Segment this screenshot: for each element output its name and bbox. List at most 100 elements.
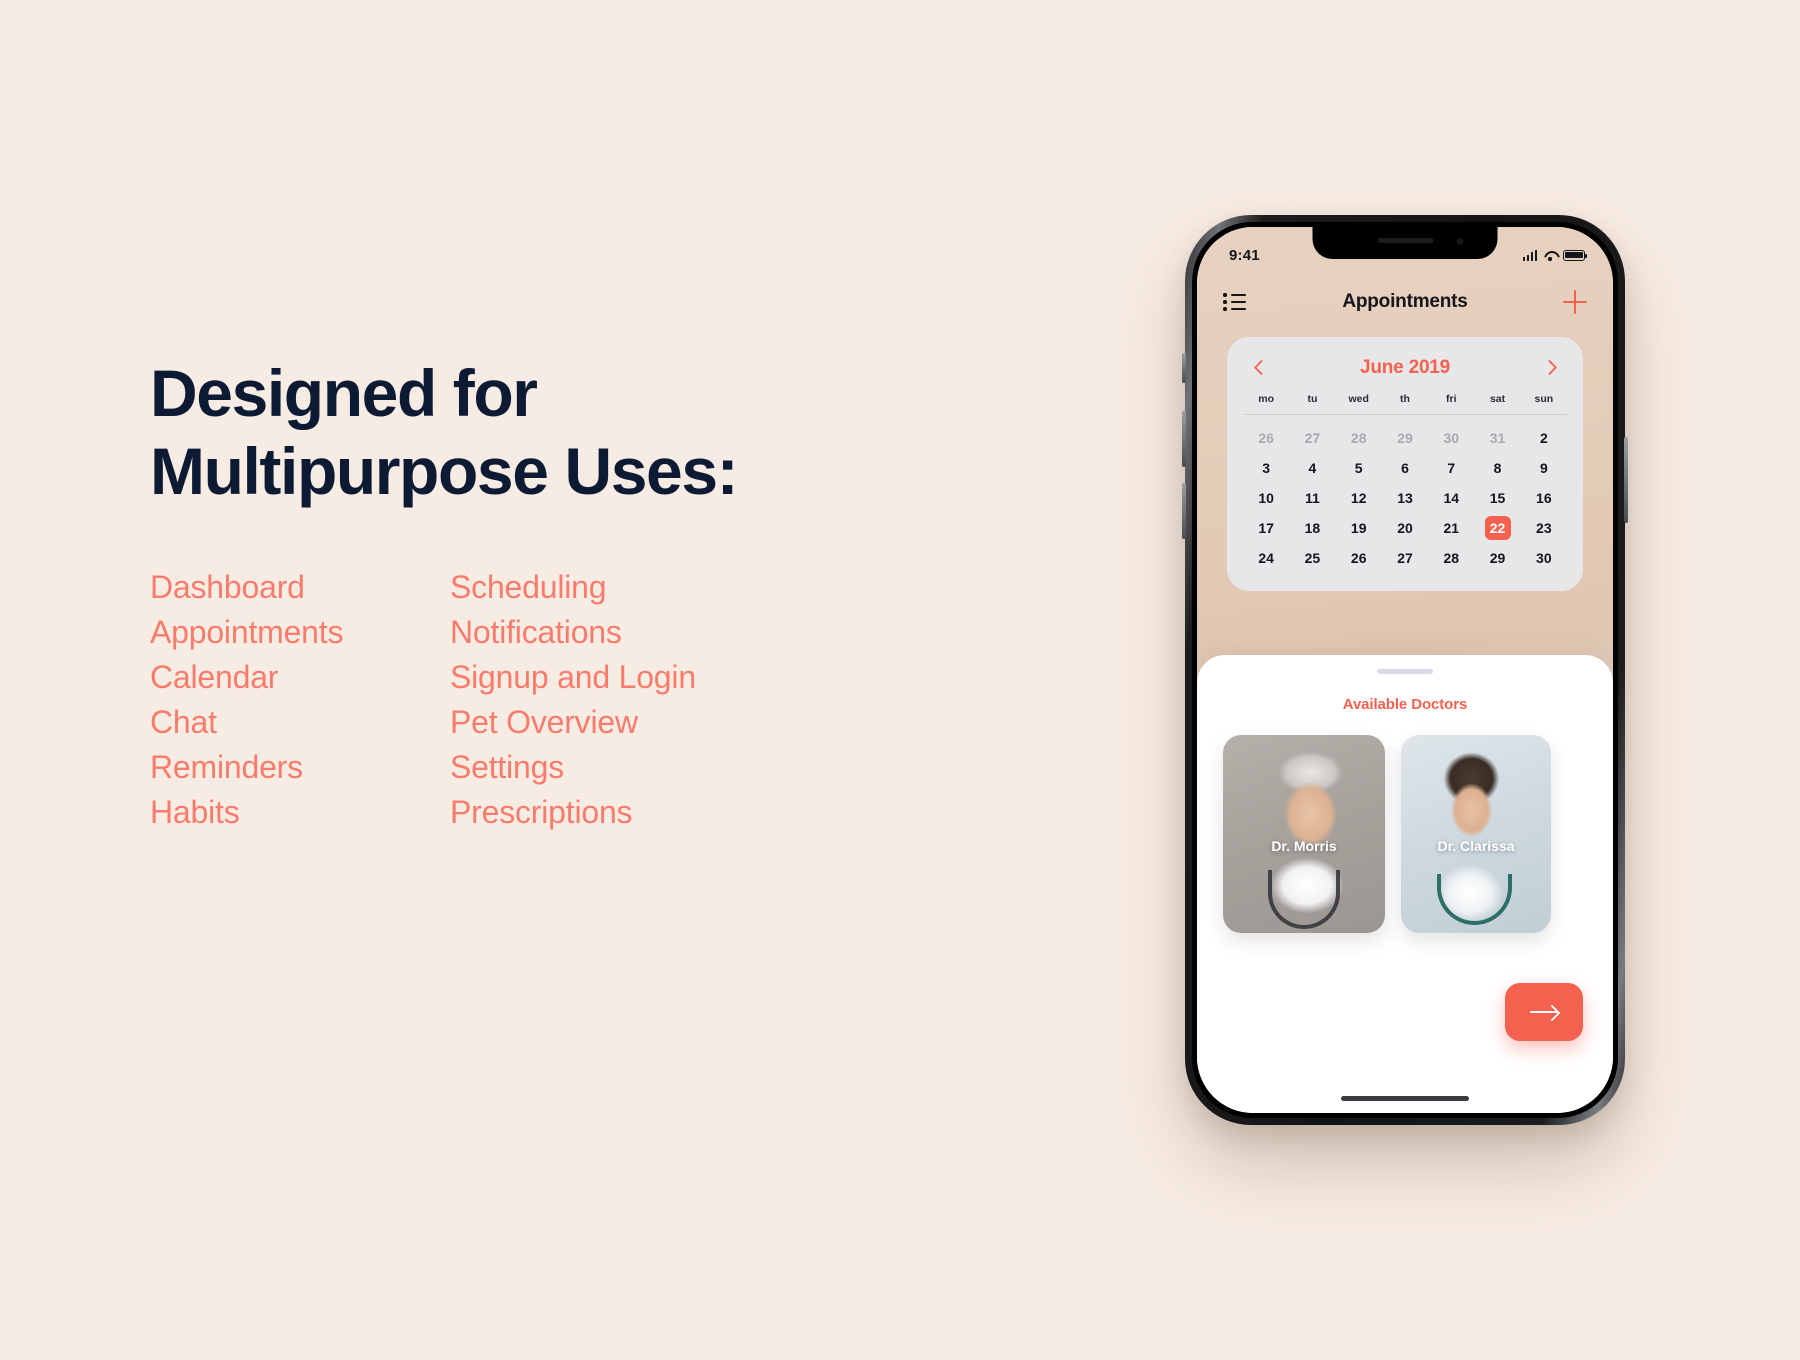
calendar-day[interactable]: 9 <box>1521 453 1567 483</box>
calendar-day[interactable]: 20 <box>1382 513 1428 543</box>
calendar-date-grid[interactable]: 26 27 28 29 30 31 2 3 4 5 6 7 8 9 10 11 12 13 14 15 16 17 18 19… <box>1243 415 1567 573</box>
calendar-day-selected[interactable]: 22 <box>1474 513 1520 543</box>
feature-column-two: Scheduling Notifications Signup and Logi… <box>450 565 696 835</box>
power-button[interactable] <box>1624 437 1628 523</box>
status-icons <box>1522 249 1588 261</box>
weekday-label: mo <box>1258 393 1275 405</box>
calendar-day[interactable]: 19 <box>1336 513 1382 543</box>
feature-item: Habits <box>150 793 240 830</box>
feature-item: Calendar <box>150 658 279 695</box>
plus-icon[interactable] <box>1563 290 1587 314</box>
calendar-day-label: 30 <box>1536 550 1552 566</box>
calendar-day[interactable]: 13 <box>1382 483 1428 513</box>
sheet-drag-handle[interactable] <box>1377 669 1433 674</box>
calendar-day[interactable]: 31 <box>1474 423 1520 453</box>
calendar-day-label: 5 <box>1354 460 1363 476</box>
calendar-day-label: 23 <box>1536 520 1552 536</box>
calendar-day[interactable]: 28 <box>1336 423 1382 453</box>
calendar-day-label: 25 <box>1304 550 1321 566</box>
status-time: 9:41 <box>1229 246 1260 264</box>
home-indicator[interactable] <box>1341 1096 1469 1101</box>
calendar-day[interactable]: 30 <box>1428 423 1474 453</box>
feature-list: Dashboard Appointments Calendar Chat Rem… <box>150 565 970 835</box>
calendar-day[interactable]: 16 <box>1521 483 1567 513</box>
calendar-day[interactable]: 5 <box>1336 453 1382 483</box>
calendar-day[interactable]: 11 <box>1289 483 1335 513</box>
feature-item: Settings <box>450 748 565 785</box>
calendar-day[interactable]: 4 <box>1289 453 1335 483</box>
calendar-day[interactable]: 2 <box>1521 423 1567 453</box>
feature-item: Reminders <box>150 748 303 785</box>
battery-icon <box>1563 249 1588 261</box>
doctor-name: Dr. Morris <box>1271 837 1337 854</box>
calendar-day[interactable]: 21 <box>1428 513 1474 543</box>
volume-up-button[interactable] <box>1182 411 1186 467</box>
calendar-day-label: 28 <box>1350 430 1367 446</box>
app-title: Appointments <box>1342 291 1468 312</box>
phone-screen: 9:41 Appointments June 2019 mo tu wed th… <box>1197 227 1613 1113</box>
doctor-card[interactable]: Dr. Clarissa <box>1401 735 1551 933</box>
phone-mockup: 9:41 Appointments June 2019 mo tu wed th… <box>1182 215 1628 1125</box>
calendar-day[interactable]: 15 <box>1474 483 1520 513</box>
calendar-day-label: 13 <box>1397 490 1413 506</box>
calendar-day-label: 2 <box>1539 430 1548 446</box>
calendar-day[interactable]: 18 <box>1289 513 1335 543</box>
calendar-day[interactable]: 26 <box>1243 423 1289 453</box>
calendar-day-label: 18 <box>1304 520 1321 536</box>
calendar-day-label: 29 <box>1489 550 1506 566</box>
calendar-day-label: 3 <box>1262 460 1271 476</box>
calendar-day-label: 12 <box>1350 490 1367 506</box>
calendar-day-label: 7 <box>1447 460 1456 476</box>
calendar-day-label: 28 <box>1443 550 1460 566</box>
calendar-day-label: 26 <box>1258 430 1274 446</box>
calendar-day[interactable]: 12 <box>1336 483 1382 513</box>
calendar-day-label: 10 <box>1258 490 1274 506</box>
calendar-day[interactable]: 24 <box>1243 543 1289 573</box>
calendar-day-label: 27 <box>1304 430 1321 446</box>
calendar-day[interactable]: 6 <box>1382 453 1428 483</box>
headline-line-2: Multipurpose Uses: <box>150 433 739 508</box>
chevron-right-icon[interactable] <box>1543 361 1557 375</box>
calendar-day[interactable]: 25 <box>1289 543 1335 573</box>
list-bullet-icon[interactable] <box>1223 293 1247 311</box>
calendar-day[interactable]: 10 <box>1243 483 1289 513</box>
calendar-day[interactable]: 29 <box>1382 423 1428 453</box>
doctors-sheet: Available Doctors Dr. Morris Dr. Clariss… <box>1197 655 1613 1113</box>
calendar-day[interactable]: 7 <box>1428 453 1474 483</box>
silent-switch[interactable] <box>1182 353 1186 383</box>
calendar-day-label: 20 <box>1397 520 1413 536</box>
calendar-day[interactable]: 17 <box>1243 513 1289 543</box>
weekday-label: fri <box>1446 393 1457 405</box>
weekday-label: tu <box>1307 393 1318 405</box>
wifi-icon <box>1543 250 1557 261</box>
calendar-day[interactable]: 3 <box>1243 453 1289 483</box>
phone-body: 9:41 Appointments June 2019 mo tu wed th… <box>1182 215 1628 1125</box>
calendar-day[interactable]: 30 <box>1521 543 1567 573</box>
calendar-day-label: 27 <box>1397 550 1413 566</box>
notch <box>1312 227 1498 259</box>
next-button[interactable] <box>1505 983 1583 1041</box>
calendar-month-label: June 2019 <box>1359 357 1451 378</box>
calendar-day[interactable]: 27 <box>1382 543 1428 573</box>
calendar-day-label: 26 <box>1350 550 1367 566</box>
calendar-day-label: 6 <box>1401 460 1409 476</box>
calendar-day[interactable]: 26 <box>1336 543 1382 573</box>
calendar-day[interactable]: 14 <box>1428 483 1474 513</box>
feature-column-one: Dashboard Appointments Calendar Chat Rem… <box>150 565 450 835</box>
calendar-day[interactable]: 27 <box>1289 423 1335 453</box>
calendar-day[interactable]: 28 <box>1428 543 1474 573</box>
doctor-photo <box>1401 735 1551 933</box>
weekday-label: sat <box>1489 393 1506 405</box>
calendar-day-label: 15 <box>1489 490 1506 506</box>
calendar-day-label: 31 <box>1489 430 1506 446</box>
calendar-day[interactable]: 29 <box>1474 543 1520 573</box>
volume-down-button[interactable] <box>1182 483 1186 539</box>
calendar-day-label: 30 <box>1443 430 1460 446</box>
earpiece-speaker <box>1377 238 1433 243</box>
slide-canvas: Designed for Multipurpose Uses: Dashboar… <box>0 0 1800 1360</box>
chevron-left-icon[interactable] <box>1253 361 1267 375</box>
page-title: Designed for Multipurpose Uses: <box>150 355 970 511</box>
calendar-day[interactable]: 23 <box>1521 513 1567 543</box>
doctor-card[interactable]: Dr. Morris <box>1223 735 1385 933</box>
calendar-day[interactable]: 8 <box>1474 453 1520 483</box>
